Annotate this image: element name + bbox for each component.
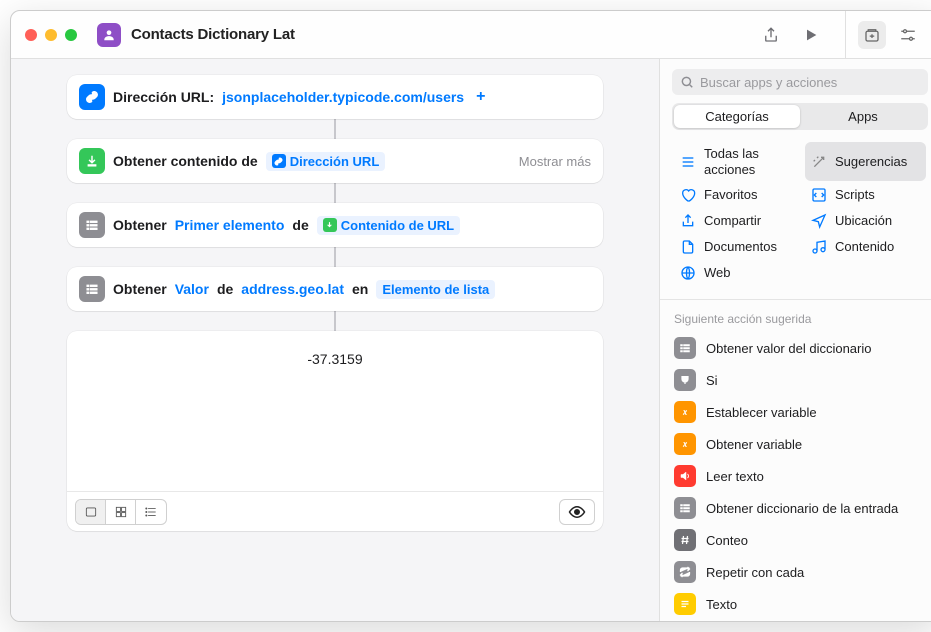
show-more-button[interactable]: Mostrar más <box>519 154 591 169</box>
suggestion-icon <box>674 465 696 487</box>
titlebar: Contacts Dictionary Lat <box>11 11 931 59</box>
value-token[interactable]: Valor <box>175 281 209 297</box>
connector <box>334 119 336 139</box>
settings-button[interactable] <box>894 21 922 49</box>
suggestion-label: Conteo <box>706 533 748 548</box>
category-all[interactable]: Todas las acciones <box>674 142 795 181</box>
connector <box>334 311 336 331</box>
action-url-label: Dirección URL: <box>113 89 214 105</box>
sidebar-tabs: Categorías Apps <box>672 103 928 130</box>
zoom-button[interactable] <box>65 29 77 41</box>
view-list-button[interactable] <box>136 500 166 524</box>
suggestion-label: Establecer variable <box>706 405 817 420</box>
library-button[interactable] <box>858 21 886 49</box>
suggestion-item[interactable]: Texto <box>660 588 931 620</box>
category-suggestions[interactable]: Sugerencias <box>805 142 926 181</box>
suggestion-icon <box>674 497 696 519</box>
workflow-editor: Dirección URL: jsonplaceholder.typicode.… <box>11 59 660 621</box>
suggestion-item[interactable]: Obtener valor del diccionario <box>660 332 931 364</box>
url-content-pill[interactable]: Contenido de URL <box>317 216 460 235</box>
svg-text:x: x <box>682 408 687 417</box>
view-single-button[interactable] <box>76 500 106 524</box>
link-icon <box>272 154 286 168</box>
suggestion-label: Texto <box>706 597 737 612</box>
connector <box>334 247 336 267</box>
shortcut-icon <box>97 23 121 47</box>
category-location[interactable]: Ubicación <box>805 209 926 233</box>
suggestion-label: Obtener valor del diccionario <box>706 341 871 356</box>
suggestion-item[interactable]: x Obtener variable <box>660 428 931 460</box>
dictionary-icon <box>79 276 105 302</box>
add-url-button[interactable]: + <box>472 88 489 106</box>
suggestion-item[interactable]: Conteo <box>660 524 931 556</box>
window-controls <box>25 29 77 41</box>
first-element-token[interactable]: Primer elemento <box>175 217 285 233</box>
suggestion-item[interactable]: Si <box>660 364 931 396</box>
key-path-token[interactable]: address.geo.lat <box>241 281 344 297</box>
category-grid: Todas las acciones Sugerencias Favoritos… <box>660 140 931 295</box>
suggestion-item[interactable]: x Establecer variable <box>660 396 931 428</box>
run-button[interactable] <box>797 21 825 49</box>
list-icon <box>79 212 105 238</box>
suggestion-label: Si <box>706 373 718 388</box>
close-button[interactable] <box>25 29 37 41</box>
suggestion-icon <box>674 561 696 583</box>
suggestion-icon: x <box>674 433 696 455</box>
action-get-first[interactable]: Obtener Primer elemento de Contenido de … <box>67 203 603 247</box>
list-item-pill[interactable]: Elemento de lista <box>376 280 495 299</box>
suggestion-label: Obtener diccionario de la entrada <box>706 501 898 516</box>
category-web[interactable]: Web <box>674 261 795 285</box>
action-get-contents[interactable]: Obtener contenido de Dirección URL Mostr… <box>67 139 603 183</box>
minimize-button[interactable] <box>45 29 57 41</box>
suggestion-label: Repetir con cada <box>706 565 804 580</box>
category-share[interactable]: Compartir <box>674 209 795 233</box>
result-value: -37.3159 <box>67 331 603 491</box>
category-favorites[interactable]: Favoritos <box>674 183 795 207</box>
suggestion-label: Leer texto <box>706 469 764 484</box>
suggestion-icon <box>674 369 696 391</box>
suggestions-header: Siguiente acción sugerida <box>660 304 931 332</box>
category-content[interactable]: Contenido <box>805 235 926 259</box>
download-icon <box>79 148 105 174</box>
url-value[interactable]: jsonplaceholder.typicode.com/users <box>222 89 464 105</box>
action-url[interactable]: Dirección URL: jsonplaceholder.typicode.… <box>67 75 603 119</box>
suggestion-icon: x <box>674 401 696 423</box>
connector <box>334 183 336 203</box>
svg-text:x: x <box>682 440 687 449</box>
result-panel: -37.3159 <box>67 331 603 531</box>
view-grid-button[interactable] <box>106 500 136 524</box>
window-title: Contacts Dictionary Lat <box>131 26 295 43</box>
suggestion-item[interactable]: Obtener diccionario de la entrada <box>660 492 931 524</box>
url-variable-pill[interactable]: Dirección URL <box>266 152 386 171</box>
suggestion-item[interactable]: Dirección URL <box>660 620 931 621</box>
share-button[interactable] <box>757 21 785 49</box>
tab-apps[interactable]: Apps <box>800 105 926 128</box>
suggestion-icon <box>674 529 696 551</box>
suggestion-item[interactable]: Repetir con cada <box>660 556 931 588</box>
view-mode-segment <box>75 499 167 525</box>
suggestions-list: Obtener valor del diccionario Si x Establec… <box>660 332 931 621</box>
tab-categories[interactable]: Categorías <box>674 105 800 128</box>
download-icon <box>323 218 337 232</box>
search-input[interactable] <box>672 69 928 95</box>
link-icon <box>79 84 105 110</box>
get-contents-label: Obtener contenido de <box>113 153 258 169</box>
result-footer <box>67 491 603 531</box>
suggestion-item[interactable]: Leer texto <box>660 460 931 492</box>
category-scripts[interactable]: Scripts <box>805 183 926 207</box>
category-documents[interactable]: Documentos <box>674 235 795 259</box>
app-window: Contacts Dictionary Lat Dirección URL: <box>10 10 931 622</box>
actions-sidebar: Categorías Apps Todas las acciones Suger… <box>660 59 931 621</box>
suggestion-icon <box>674 337 696 359</box>
quick-look-button[interactable] <box>559 499 595 525</box>
action-get-value[interactable]: Obtener Valor de address.geo.lat en Elem… <box>67 267 603 311</box>
suggestion-label: Obtener variable <box>706 437 802 452</box>
